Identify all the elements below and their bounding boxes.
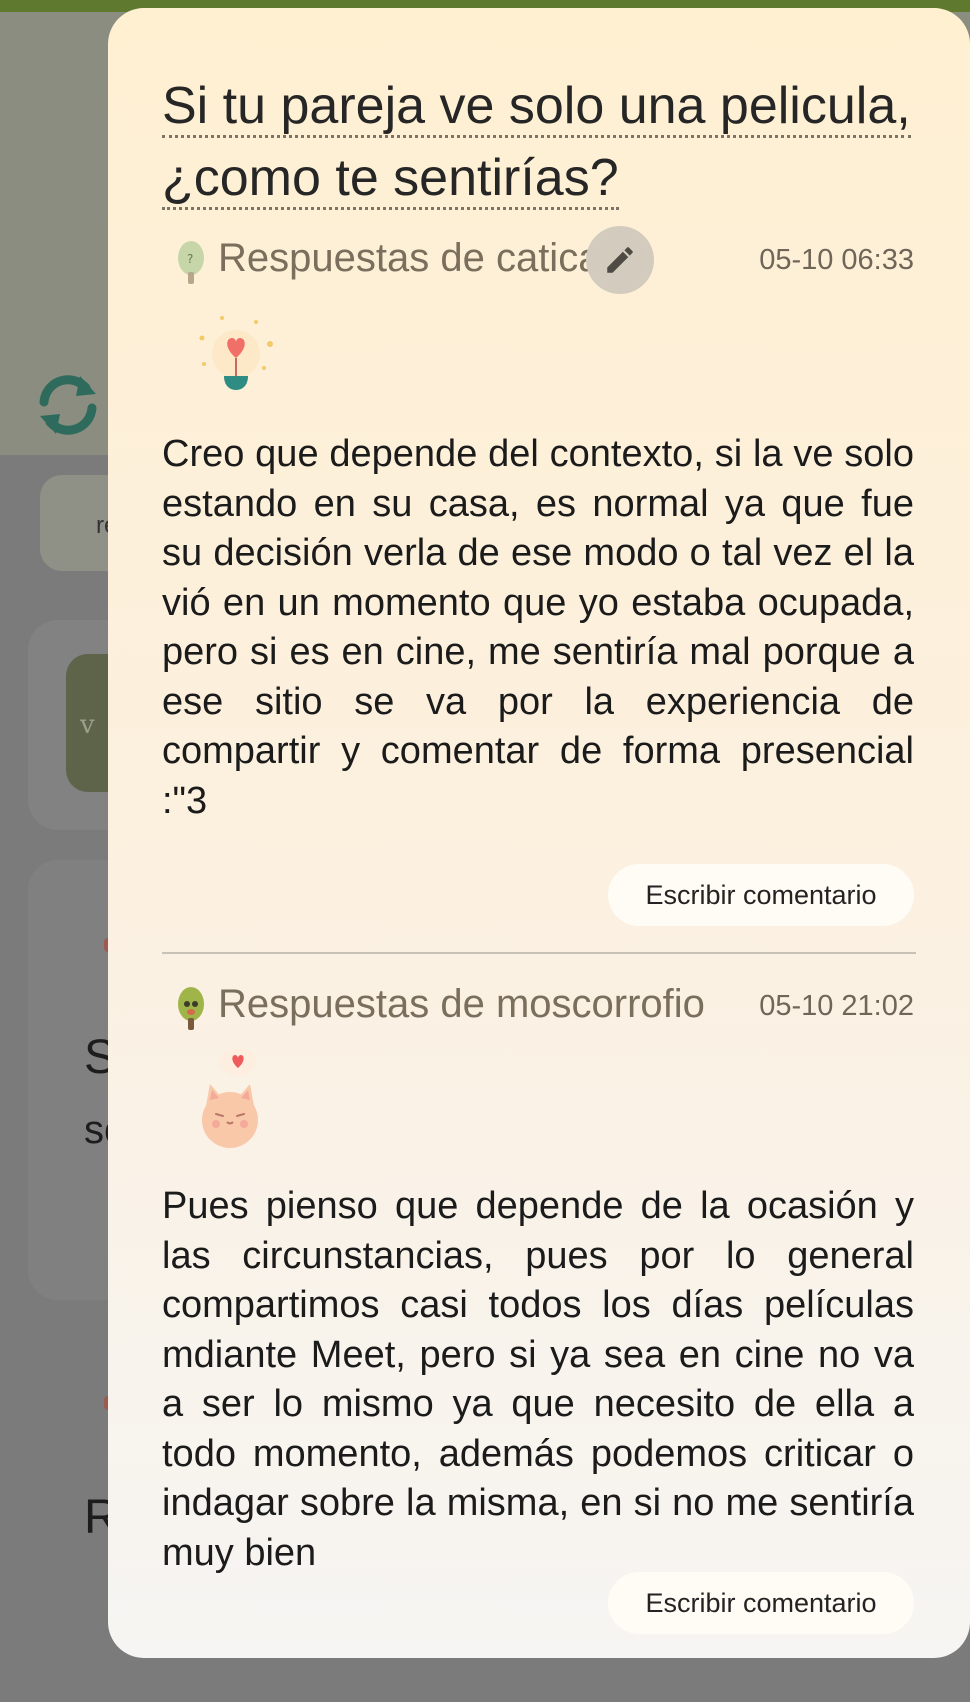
write-comment-button[interactable]: Escribir comentario — [608, 1572, 914, 1634]
answer-emoji — [162, 1042, 914, 1162]
answer-author: Respuestas de catica — [218, 236, 601, 280]
question-title-line2: ¿como te sentirías? — [162, 149, 619, 210]
tree-avatar-icon — [178, 987, 204, 1030]
answer-text: Pues pienso que depende de la ocasión y … — [162, 1185, 914, 1574]
answer-header: Respuestas de moscorrofio 05-10 21:02 — [162, 972, 914, 1042]
edit-button[interactable] — [586, 226, 654, 294]
answer-timestamp: 05-10 06:33 — [759, 244, 914, 276]
lightbulb-heart-icon — [199, 316, 273, 390]
answer-item: ? Respuestas de catica 05-10 06:33 Creo … — [162, 226, 914, 826]
answer-author: Respuestas de moscorrofio — [218, 982, 705, 1026]
pencil-icon — [607, 247, 633, 273]
tree-avatar-icon: ? — [178, 241, 204, 284]
answer-timestamp: 05-10 21:02 — [759, 990, 914, 1022]
answer-text: Creo que depende del contexto, si la ve … — [162, 433, 914, 822]
answer-emoji — [162, 296, 914, 422]
write-comment-button[interactable]: Escribir comentario — [608, 864, 914, 926]
answer-item: Respuestas de moscorrofio 05-10 21:02 Pu… — [162, 972, 914, 1578]
svg-text:?: ? — [187, 252, 193, 266]
refresh-icon[interactable] — [30, 372, 106, 438]
answer-divider — [162, 952, 916, 954]
question-title: Si tu pareja ve solo una pelicula, ¿como… — [162, 70, 922, 214]
cat-heart-icon — [202, 1048, 258, 1148]
background-card-dark-text: v — [80, 710, 95, 740]
answer-header: ? Respuestas de catica 05-10 06:33 — [162, 226, 914, 296]
question-title-line1: Si tu pareja ve solo una pelicula, — [162, 77, 911, 138]
answers-modal: Si tu pareja ve solo una pelicula, ¿como… — [108, 8, 970, 1658]
